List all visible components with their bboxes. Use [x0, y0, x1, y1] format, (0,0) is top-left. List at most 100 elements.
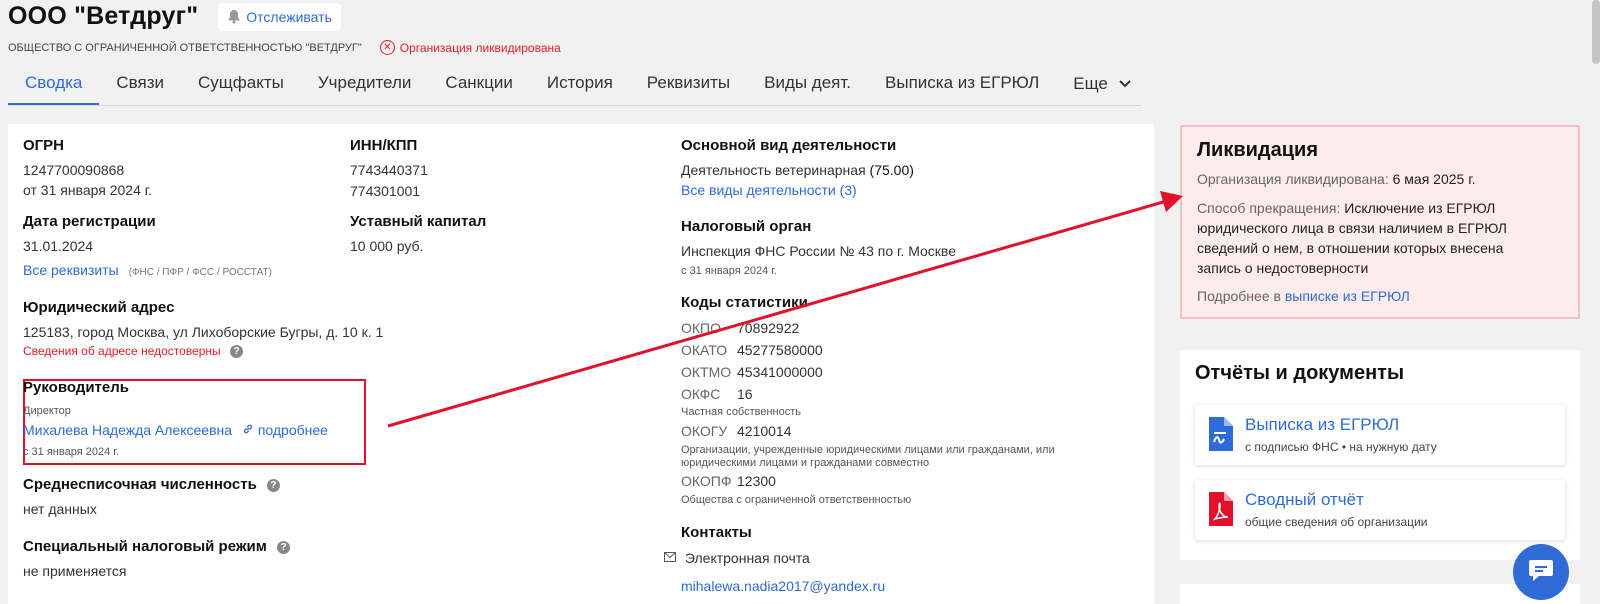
tab-requisites[interactable]: Реквизиты: [630, 62, 747, 105]
director-more-label: подробнее: [257, 422, 328, 438]
okopf-row: ОКОПФ 12300: [681, 473, 776, 489]
document-icon: [1207, 417, 1233, 456]
link-icon: [242, 422, 258, 438]
contacts-label: Контакты: [681, 524, 752, 541]
tab-founders[interactable]: Учредители: [301, 62, 429, 105]
liquidation-title: Ликвидация: [1197, 139, 1319, 161]
documents-title: Отчёты и документы: [1195, 362, 1405, 384]
tax-authority-value: Инспекция ФНС России № 43 по г. Москве: [681, 243, 956, 259]
documents-card: Отчёты и документы Выписка из ЕГРЮЛ с по…: [1180, 350, 1580, 560]
tab-more-label: Еще: [1073, 74, 1108, 93]
main-activity-code: (75.00): [869, 162, 914, 178]
ogrn-label: ОГРН: [23, 137, 65, 154]
okpo-row: ОКПО 70892922: [681, 320, 800, 336]
headcount-row: Среднесписочная численность ?: [23, 476, 280, 493]
tab-bar: Сводка Связи Сущфакты Учредители Санкции…: [8, 62, 1141, 106]
email-link[interactable]: mihalewa.nadia2017@yandex.ru: [681, 578, 885, 594]
liquidation-method-row: Способ прекращения: Исключение из ЕГРЮЛ: [1197, 198, 1495, 218]
document-title: Сводный отчёт: [1245, 490, 1364, 509]
inn-kpp-label: ИНН/КПП: [350, 137, 418, 154]
okpo-value: 70892922: [737, 320, 800, 336]
help-icon[interactable]: ?: [266, 479, 280, 492]
tab-summary[interactable]: Сводка: [8, 62, 100, 105]
okfs-value: 16: [737, 386, 753, 402]
company-full-name: ОБЩЕСТВО С ОГРАНИЧЕННОЙ ОТВЕТСТВЕННОСТЬЮ…: [8, 41, 362, 54]
liquidation-status-label: Организация ликвидирована:: [1197, 171, 1389, 187]
okogu-description-1: Организации, учрежденные юридическими ли…: [681, 444, 1055, 456]
email-label-row: Электронная почта: [664, 550, 810, 566]
help-icon[interactable]: ?: [277, 541, 290, 554]
liquidation-more-row: Подробнее в выписке из ЕГРЮЛ: [1197, 286, 1410, 306]
chevron-down-icon: [1118, 73, 1131, 93]
tab-material-facts[interactable]: Сущфакты: [181, 62, 301, 105]
tab-history[interactable]: История: [530, 62, 630, 105]
okogu-value: 4210014: [737, 423, 792, 439]
headcount-value: нет данных: [23, 501, 97, 517]
chat-button[interactable]: [1513, 544, 1569, 600]
tab-activities[interactable]: Виды деят.: [747, 62, 868, 105]
title-row: ООО "Ветдруг" Отслеживать: [8, 2, 341, 31]
follow-button[interactable]: Отслеживать: [218, 2, 341, 31]
ogrn-date: от 31 января 2024 г.: [23, 182, 153, 198]
main-activity-label: Основной вид деятельности: [681, 137, 897, 154]
all-requisites-row: Все реквизиты (ФНС / ПФР / ФСС / РОССТАТ…: [23, 262, 272, 278]
liquidation-card: Ликвидация Организация ликвидирована: 6 …: [1180, 125, 1580, 319]
requisites-note: (ФНС / ПФР / ФСС / РОССТАТ): [128, 267, 272, 278]
headcount-label: Среднесписочная численность: [23, 476, 257, 493]
ogrn-value: 1247700090868: [23, 162, 125, 178]
oktmo-value: 45341000000: [737, 364, 823, 380]
director-name-link[interactable]: Михалева Надежда Алексеевна: [23, 422, 232, 438]
legal-address-value: 125183, город Москва, ул Лихоборские Буг…: [23, 324, 384, 340]
address-warning-row: Сведения об адресе недостоверны ?: [23, 344, 243, 358]
okfs-row: ОКФС 16: [681, 386, 753, 402]
okogu-description-2: юридическими лицами и гражданами совмест…: [681, 457, 930, 469]
bell-icon: [227, 9, 241, 24]
document-title: Выписка из ЕГРЮЛ: [1245, 415, 1400, 434]
okogu-row: ОКОГУ 4210014: [681, 423, 792, 439]
company-name: ООО "Ветдруг": [8, 2, 199, 30]
okato-value: 45277580000: [737, 342, 823, 358]
chat-icon: [1528, 558, 1554, 587]
liquidated-status-text: Организация ликвидирована: [399, 40, 561, 55]
director-more-link[interactable]: подробнее: [242, 422, 328, 438]
tab-more[interactable]: Еще: [1056, 62, 1147, 105]
liquidation-method-1: Исключение из ЕГРЮЛ: [1344, 200, 1496, 216]
all-activities-link[interactable]: Все виды деятельности (3): [681, 182, 857, 198]
tax-authority-date: с 31 января 2024 г.: [681, 265, 777, 277]
document-item-egrul-extract[interactable]: Выписка из ЕГРЮЛ с подписью ФНС • на нуж…: [1195, 405, 1565, 465]
director-row: Михалева Надежда Алексеевна подробнее: [23, 422, 328, 438]
tab-links[interactable]: Связи: [99, 62, 181, 105]
liquidation-method-2: юридического лица в связи наличием в ЕГР…: [1197, 220, 1507, 236]
summary-card: ОГРН 1247700090868 от 31 января 2024 г. …: [8, 124, 1154, 604]
liquidation-status-date: 6 мая 2025 г.: [1392, 171, 1476, 187]
registration-date-value: 31.01.2024: [23, 238, 94, 254]
liquidation-method-3: сведений о нем, в отношении которых внес…: [1197, 240, 1504, 256]
tab-egrul-extract[interactable]: Выписка из ЕГРЮЛ: [868, 62, 1056, 105]
document-subtitle: с подписью ФНС • на нужную дату: [1245, 440, 1437, 454]
oktmo-row: ОКТМО 45341000000: [681, 364, 823, 380]
capital-value: 10 000 руб.: [350, 238, 424, 254]
kpp-value: 774301001: [350, 183, 421, 199]
main-activity-row: Деятельность ветеринарная (75.00): [681, 162, 914, 178]
okfs-description: Частная собственность: [681, 406, 802, 418]
liquidation-more-link[interactable]: выписке из ЕГРЮЛ: [1285, 288, 1410, 304]
legal-address-label: Юридический адрес: [23, 299, 175, 316]
all-requisites-link[interactable]: Все реквизиты: [23, 262, 119, 278]
tax-regime-value: не применяется: [23, 563, 127, 579]
okopf-description: Общества с ограниченной ответственностью: [681, 494, 912, 506]
liquidation-more-label: Подробнее в: [1197, 288, 1281, 304]
scrollbar[interactable]: [1592, 0, 1600, 64]
liquidation-status-row: Организация ликвидирована: 6 мая 2025 г.: [1197, 169, 1476, 189]
mail-icon: [664, 550, 685, 566]
tax-regime-row: Специальный налоговый режим ?: [23, 538, 290, 555]
tab-sanctions[interactable]: Санкции: [428, 62, 529, 105]
okopf-value: 12300: [737, 473, 776, 489]
address-warning: Сведения об адресе недостоверны: [23, 344, 221, 358]
director-position: Директор: [23, 405, 71, 417]
document-item-summary-report[interactable]: Сводный отчёт общие сведения об организа…: [1195, 480, 1565, 540]
director-date: с 31 января 2024 г.: [23, 446, 119, 458]
close-circle-icon: ✕: [379, 40, 395, 55]
liquidation-method-4: запись о недостоверности: [1197, 260, 1369, 276]
registration-date-label: Дата регистрации: [23, 213, 156, 230]
help-icon[interactable]: ?: [230, 345, 243, 358]
